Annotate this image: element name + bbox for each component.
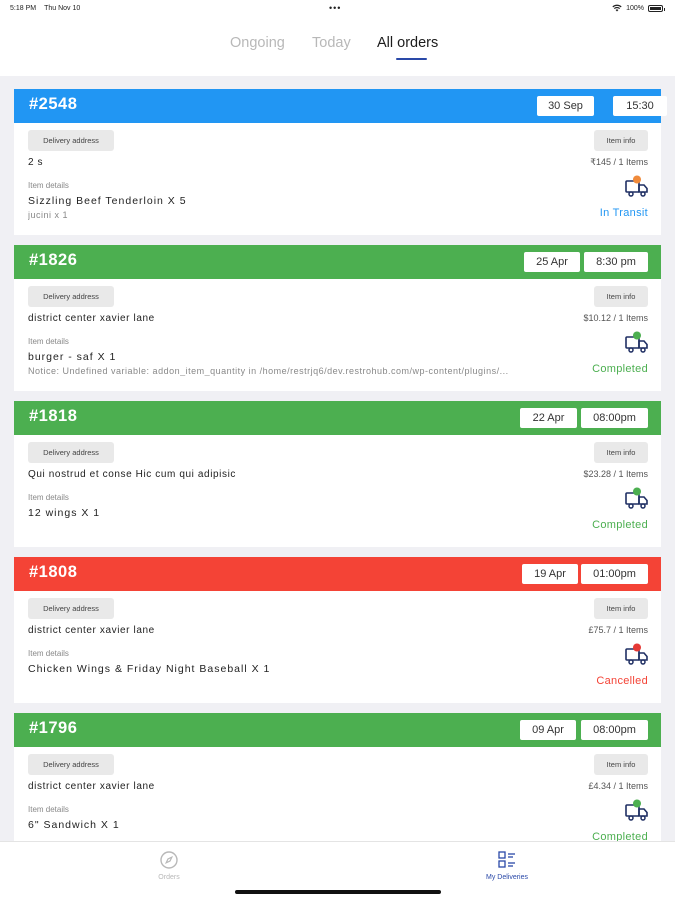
order-price: $23.28 / 1 Items bbox=[583, 469, 648, 479]
orders-list[interactable]: #2548 30 Sep 15:30 Delivery address Item… bbox=[0, 76, 675, 841]
order-date: 25 Apr bbox=[524, 252, 580, 272]
delivery-address-tag: Delivery address bbox=[28, 130, 114, 151]
delivery-address: district center xavier lane bbox=[28, 781, 155, 792]
battery-icon bbox=[648, 4, 665, 12]
order-card[interactable]: #1818 22 Apr 08:00pm Delivery address It… bbox=[14, 401, 661, 547]
delivery-truck-icon bbox=[625, 643, 648, 665]
status-time: 5:18 PM bbox=[10, 5, 37, 12]
status-date: Thu Nov 10 bbox=[44, 5, 81, 12]
item-line: 6" Sandwich X 1 bbox=[28, 819, 120, 831]
active-tab-indicator bbox=[396, 58, 427, 60]
order-price: £75.7 / 1 Items bbox=[588, 625, 648, 635]
item-info-tag: Item info bbox=[594, 130, 648, 151]
item-info-tag: Item info bbox=[594, 754, 648, 775]
compass-icon bbox=[160, 851, 178, 869]
order-card[interactable]: #1826 25 Apr 8:30 pm Delivery address It… bbox=[14, 245, 661, 391]
order-card-body: Delivery address Item info district cent… bbox=[14, 279, 661, 391]
order-number: #1796 bbox=[29, 719, 78, 737]
nav-my-deliveries-label: My Deliveries bbox=[485, 874, 528, 881]
delivery-truck-icon bbox=[625, 487, 648, 509]
item-info-tag: Item info bbox=[594, 442, 648, 463]
delivery-address-tag: Delivery address bbox=[28, 286, 114, 307]
delivery-address: Qui nostrud et conse Hic cum qui adipisi… bbox=[28, 469, 237, 480]
deliveries-grid-icon bbox=[498, 851, 515, 868]
order-time: 15:30 bbox=[613, 96, 667, 116]
item-info-tag: Item info bbox=[594, 286, 648, 307]
delivery-address-tag: Delivery address bbox=[28, 598, 114, 619]
order-status: Completed bbox=[592, 519, 648, 531]
item-line: burger - saf X 1 bbox=[28, 351, 117, 363]
order-card-body: Delivery address Item info Qui nostrud e… bbox=[14, 435, 661, 547]
tab-all-orders[interactable]: All orders bbox=[377, 35, 438, 51]
order-card-header: #1818 22 Apr 08:00pm bbox=[14, 401, 661, 435]
order-price: $10.12 / 1 Items bbox=[583, 313, 648, 323]
order-status: In Transit bbox=[599, 207, 648, 219]
tab-ongoing[interactable]: Ongoing bbox=[230, 35, 285, 51]
item-details-label: Item details bbox=[28, 493, 69, 502]
nav-my-deliveries[interactable]: My Deliveries bbox=[467, 850, 547, 881]
wifi-icon bbox=[612, 4, 622, 12]
order-date: 22 Apr bbox=[520, 408, 577, 428]
order-card[interactable]: #1808 19 Apr 01:00pm Delivery address It… bbox=[14, 557, 661, 703]
order-time: 08:00pm bbox=[581, 720, 648, 740]
delivery-address: 2 s bbox=[28, 157, 44, 168]
order-card-body: Delivery address Item info district cent… bbox=[14, 747, 661, 841]
item-line: Chicken Wings & Friday Night Baseball X … bbox=[28, 663, 271, 675]
battery-percent: 100% bbox=[626, 4, 644, 12]
item-sub-line: jucini x 1 bbox=[28, 210, 69, 220]
nav-orders[interactable]: Orders bbox=[129, 850, 209, 881]
order-status: Cancelled bbox=[596, 675, 648, 687]
delivery-address: district center xavier lane bbox=[28, 313, 155, 324]
item-info-tag: Item info bbox=[594, 598, 648, 619]
order-number: #1818 bbox=[29, 407, 78, 425]
order-time: 8:30 pm bbox=[584, 252, 648, 272]
home-indicator bbox=[235, 890, 441, 894]
order-time: 01:00pm bbox=[581, 564, 648, 584]
order-card[interactable]: #2548 30 Sep 15:30 Delivery address Item… bbox=[14, 89, 667, 235]
delivery-address-tag: Delivery address bbox=[28, 754, 114, 775]
order-card-body: Delivery address Item info district cent… bbox=[14, 591, 661, 703]
nav-orders-label: Orders bbox=[158, 874, 180, 881]
item-details-label: Item details bbox=[28, 181, 69, 190]
order-card-header: #1796 09 Apr 08:00pm bbox=[14, 713, 661, 747]
delivery-truck-icon bbox=[625, 799, 648, 821]
order-number: #2548 bbox=[29, 95, 78, 113]
order-filter-tabs: Ongoing Today All orders bbox=[0, 35, 675, 71]
multitasking-dots-icon[interactable]: ••• bbox=[329, 3, 341, 13]
item-sub-line: Notice: Undefined variable: addon_item_q… bbox=[28, 366, 509, 376]
item-details-label: Item details bbox=[28, 649, 69, 658]
order-status: Completed bbox=[592, 831, 648, 841]
order-card[interactable]: #1796 09 Apr 08:00pm Delivery address It… bbox=[14, 713, 661, 841]
order-date: 30 Sep bbox=[537, 96, 594, 116]
order-card-header: #2548 30 Sep 15:30 bbox=[14, 89, 667, 123]
delivery-address-tag: Delivery address bbox=[28, 442, 114, 463]
order-number: #1826 bbox=[29, 251, 78, 269]
delivery-truck-icon bbox=[625, 331, 648, 353]
order-number: #1808 bbox=[29, 563, 78, 581]
item-details-label: Item details bbox=[28, 337, 69, 346]
delivery-address: district center xavier lane bbox=[28, 625, 155, 636]
status-bar: 5:18 PM Thu Nov 10 ••• 100% bbox=[0, 0, 675, 18]
delivery-truck-icon bbox=[625, 175, 648, 197]
item-line: Sizzling Beef Tenderloin X 5 bbox=[28, 195, 187, 207]
order-date: 09 Apr bbox=[520, 720, 576, 740]
order-time: 08:00pm bbox=[581, 408, 648, 428]
order-price: ₹145 / 1 Items bbox=[590, 157, 648, 167]
order-status: Completed bbox=[592, 363, 648, 375]
tab-today[interactable]: Today bbox=[312, 35, 351, 51]
order-date: 19 Apr bbox=[522, 564, 578, 584]
order-card-header: #1826 25 Apr 8:30 pm bbox=[14, 245, 661, 279]
item-details-label: Item details bbox=[28, 805, 69, 814]
order-card-body: Delivery address Item info 2 s ₹145 / 1 … bbox=[14, 123, 661, 235]
order-price: £4.34 / 1 Items bbox=[588, 781, 648, 791]
order-card-header: #1808 19 Apr 01:00pm bbox=[14, 557, 661, 591]
item-line: 12 wings X 1 bbox=[28, 507, 101, 519]
